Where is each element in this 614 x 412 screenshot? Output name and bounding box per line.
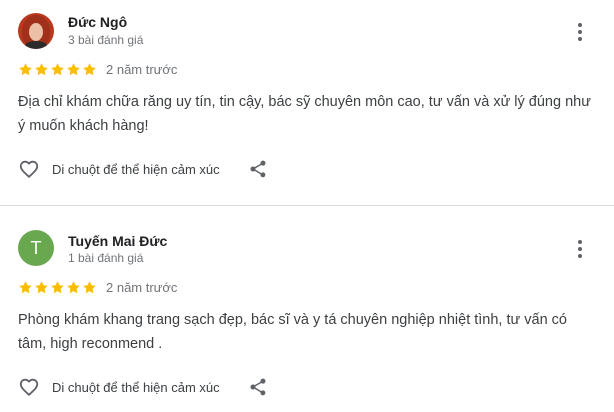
star-icon xyxy=(19,280,32,293)
heart-outline-icon[interactable] xyxy=(18,376,40,398)
star-icon xyxy=(51,280,64,293)
star-icon xyxy=(67,280,80,293)
review-count: 3 bài đánh giá xyxy=(68,33,144,47)
review-count: 1 bài đánh giá xyxy=(68,251,144,265)
share-icon[interactable] xyxy=(248,159,268,179)
review-actions: Di chuột để thể hiện cảm xúc xyxy=(18,375,268,399)
heart-outline-icon[interactable] xyxy=(18,158,40,180)
star-icon xyxy=(83,280,96,293)
avatar[interactable] xyxy=(18,13,54,49)
react-hint: Di chuột để thể hiện cảm xúc xyxy=(52,161,220,177)
review-text: Địa chỉ khám chữa răng uy tín, tin cậy, … xyxy=(18,94,591,134)
star-icon xyxy=(83,62,96,75)
star-icon xyxy=(35,280,48,293)
reviewer-name[interactable]: Tuyến Mai Đức xyxy=(68,233,167,249)
avatar[interactable]: T xyxy=(18,230,54,266)
star-rating xyxy=(18,280,97,295)
star-icon xyxy=(19,62,32,75)
react-hint: Di chuột để thể hiện cảm xúc xyxy=(52,379,220,395)
review-time: 2 năm trước xyxy=(106,61,178,77)
rating-row: 2 năm trước xyxy=(18,279,177,295)
star-rating xyxy=(18,62,97,77)
star-icon xyxy=(51,62,64,75)
more-options-icon[interactable] xyxy=(570,21,590,43)
more-options-icon[interactable] xyxy=(570,238,590,260)
review-text: Phòng khám khang trang sạch đẹp, bác sĩ … xyxy=(18,312,567,352)
review-card: Đức Ngô 3 bài đánh giá 2 năm trước Địa c… xyxy=(0,0,614,205)
star-icon xyxy=(67,62,80,75)
rating-row: 2 năm trước xyxy=(18,61,177,77)
reviewer-name[interactable]: Đức Ngô xyxy=(68,14,127,30)
review-card: T Tuyến Mai Đức 1 bài đánh giá 2 năm trư… xyxy=(0,206,614,412)
review-actions: Di chuột để thể hiện cảm xúc xyxy=(18,157,268,181)
review-time: 2 năm trước xyxy=(106,279,178,295)
star-icon xyxy=(35,62,48,75)
share-icon[interactable] xyxy=(248,377,268,397)
